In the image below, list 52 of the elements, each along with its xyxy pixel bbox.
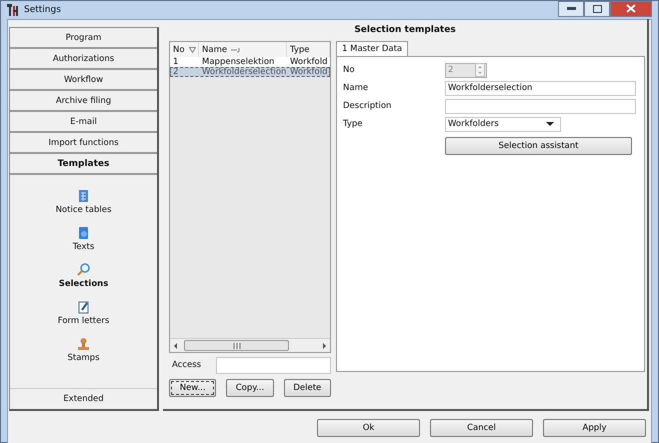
access-label: Access (171, 360, 202, 370)
cancel-button[interactable]: Cancel (430, 418, 533, 436)
apply-button[interactable]: Apply (543, 418, 646, 436)
grip-icon[interactable] (232, 342, 240, 348)
ok-button[interactable]: Ok (317, 418, 420, 436)
close-icon[interactable] (626, 4, 636, 13)
text-field[interactable] (445, 98, 636, 114)
field-label: Name (343, 83, 370, 93)
type-dropdown[interactable]: Workfolders (445, 116, 561, 132)
nav-item[interactable]: Texts (72, 242, 94, 252)
column-header[interactable]: Type (290, 44, 310, 54)
dropdown-arrow-icon[interactable] (546, 122, 554, 126)
nav-item[interactable]: Stamps (67, 353, 100, 363)
horizontal-scrollbar[interactable] (170, 338, 330, 352)
stamp-icon[interactable] (76, 337, 91, 351)
maximize-button[interactable] (584, 0, 610, 16)
nav-section-header[interactable]: Templates (10, 154, 157, 175)
minimize-button[interactable] (558, 0, 584, 16)
field-label: No (343, 65, 356, 75)
nav-section-header[interactable]: E-mail (10, 112, 157, 133)
maximize-icon[interactable] (592, 4, 602, 12)
magnifier-icon[interactable] (76, 263, 91, 277)
selection-assistant-button[interactable]: Selection assistant (445, 137, 632, 155)
delete-button[interactable]: Delete (284, 379, 331, 397)
note-icon[interactable] (76, 300, 91, 314)
filter-icon[interactable] (188, 46, 196, 52)
tab[interactable]: 1 Master Data (336, 41, 408, 56)
new-button[interactable]: New... (169, 379, 216, 397)
panel-title: Selection templates (353, 24, 457, 37)
nav-section-header[interactable]: Archive filing (10, 91, 157, 112)
nav-section-header[interactable]: Extended (10, 388, 157, 409)
nav-item[interactable]: Notice tables (56, 205, 112, 215)
window-title: Settings (24, 5, 61, 15)
column-header[interactable]: No (173, 44, 185, 54)
text-field[interactable]: Workfolderselection (445, 80, 636, 96)
list-row[interactable]: 1 Mappenselektion Workfold (170, 57, 330, 67)
nav-item[interactable]: Selections (58, 279, 108, 289)
field-label: Description (343, 101, 392, 111)
nav-section-header[interactable]: Workflow (10, 70, 157, 91)
field-label: Type (343, 119, 364, 129)
nav-section-header[interactable]: Authorizations (10, 49, 157, 70)
book-icon[interactable] (76, 226, 91, 240)
access-field[interactable] (216, 356, 331, 374)
column-header[interactable]: Name (202, 44, 228, 54)
minimize-icon[interactable] (566, 6, 576, 10)
nav-section-header[interactable]: Import functions (10, 133, 157, 154)
nav-section-header[interactable]: Program (10, 28, 157, 49)
nav-item[interactable]: Form letters (58, 316, 110, 326)
copy-button[interactable]: Copy... (226, 379, 274, 397)
close-button[interactable] (610, 0, 652, 16)
app-icon (6, 3, 20, 17)
list-row[interactable]: 2 Workfolderselection Workfold (170, 67, 330, 77)
